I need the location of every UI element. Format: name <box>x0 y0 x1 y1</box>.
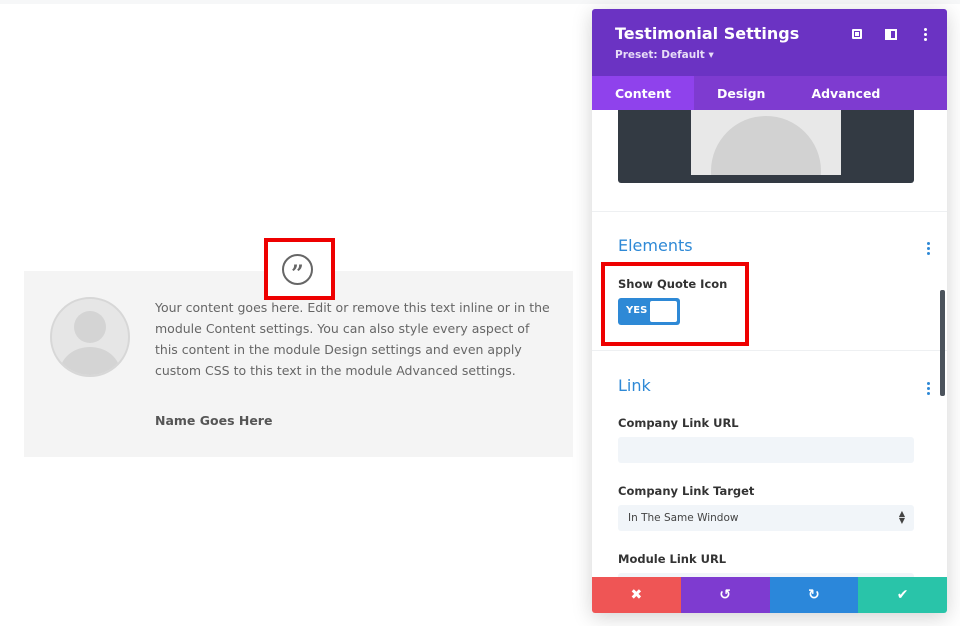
redo-button[interactable]: ↻ <box>770 577 859 613</box>
show-quote-icon-toggle[interactable]: YES <box>618 298 680 325</box>
image-preview[interactable] <box>618 110 914 183</box>
check-icon: ✔ <box>897 587 909 603</box>
company-link-target-label: Company Link Target <box>618 484 754 498</box>
cancel-button[interactable]: ✖ <box>592 577 681 613</box>
redo-icon: ↻ <box>808 587 820 603</box>
panel-footer: ✖ ↺ ↻ ✔ <box>592 577 947 613</box>
tab-design[interactable]: Design <box>694 76 788 110</box>
close-icon: ✖ <box>631 587 643 603</box>
avatar-head <box>74 311 106 343</box>
quote-icon-highlight: ” <box>264 238 335 300</box>
undo-icon: ↺ <box>719 587 731 603</box>
canvas-top-strip <box>0 0 960 4</box>
company-link-url-input[interactable] <box>618 437 914 463</box>
panel-scrollbar[interactable] <box>940 290 945 396</box>
company-link-url-label: Company Link URL <box>618 416 739 430</box>
company-link-target-select[interactable]: In The Same Window ▲▼ <box>618 505 914 531</box>
module-link-url-label: Module Link URL <box>618 552 726 566</box>
testimonial-author-name[interactable]: Name Goes Here <box>155 413 272 428</box>
more-vertical-icon[interactable] <box>927 242 930 255</box>
toggle-state-label: YES <box>626 305 647 316</box>
select-arrows-icon: ▲▼ <box>899 510 905 524</box>
section-title-link[interactable]: Link <box>618 376 651 395</box>
panel-title: Testimonial Settings <box>615 24 799 43</box>
header-icons <box>849 26 933 42</box>
panel-body[interactable]: Elements Show Quote Icon YES Link Compan… <box>592 110 947 577</box>
more-vertical-icon[interactable] <box>917 26 933 42</box>
testimonial-settings-panel: Testimonial Settings Preset: Default ▾ C… <box>592 9 947 613</box>
more-vertical-icon[interactable] <box>927 382 930 395</box>
quote-icon: ” <box>282 254 313 285</box>
settings-tabs: Content Design Advanced <box>592 76 947 110</box>
tab-advanced[interactable]: Advanced <box>788 76 903 110</box>
show-quote-icon-label: Show Quote Icon <box>618 277 727 291</box>
expand-icon[interactable] <box>849 26 865 42</box>
testimonial-content[interactable]: Your content goes here. Edit or remove t… <box>155 297 550 381</box>
save-button[interactable]: ✔ <box>858 577 947 613</box>
person-icon <box>50 297 130 377</box>
toggle-knob <box>650 301 677 322</box>
image-placeholder <box>691 110 841 175</box>
undo-button[interactable]: ↺ <box>681 577 770 613</box>
tab-content[interactable]: Content <box>592 76 694 110</box>
section-title-elements[interactable]: Elements <box>618 236 693 255</box>
panel-header[interactable]: Testimonial Settings Preset: Default ▾ <box>592 9 947 76</box>
company-link-target-value: In The Same Window <box>628 512 738 524</box>
columns-icon[interactable] <box>883 26 899 42</box>
preset-dropdown[interactable]: Preset: Default ▾ <box>615 49 714 61</box>
avatar-body <box>60 347 120 377</box>
section-divider <box>592 350 947 351</box>
section-divider <box>592 211 947 212</box>
